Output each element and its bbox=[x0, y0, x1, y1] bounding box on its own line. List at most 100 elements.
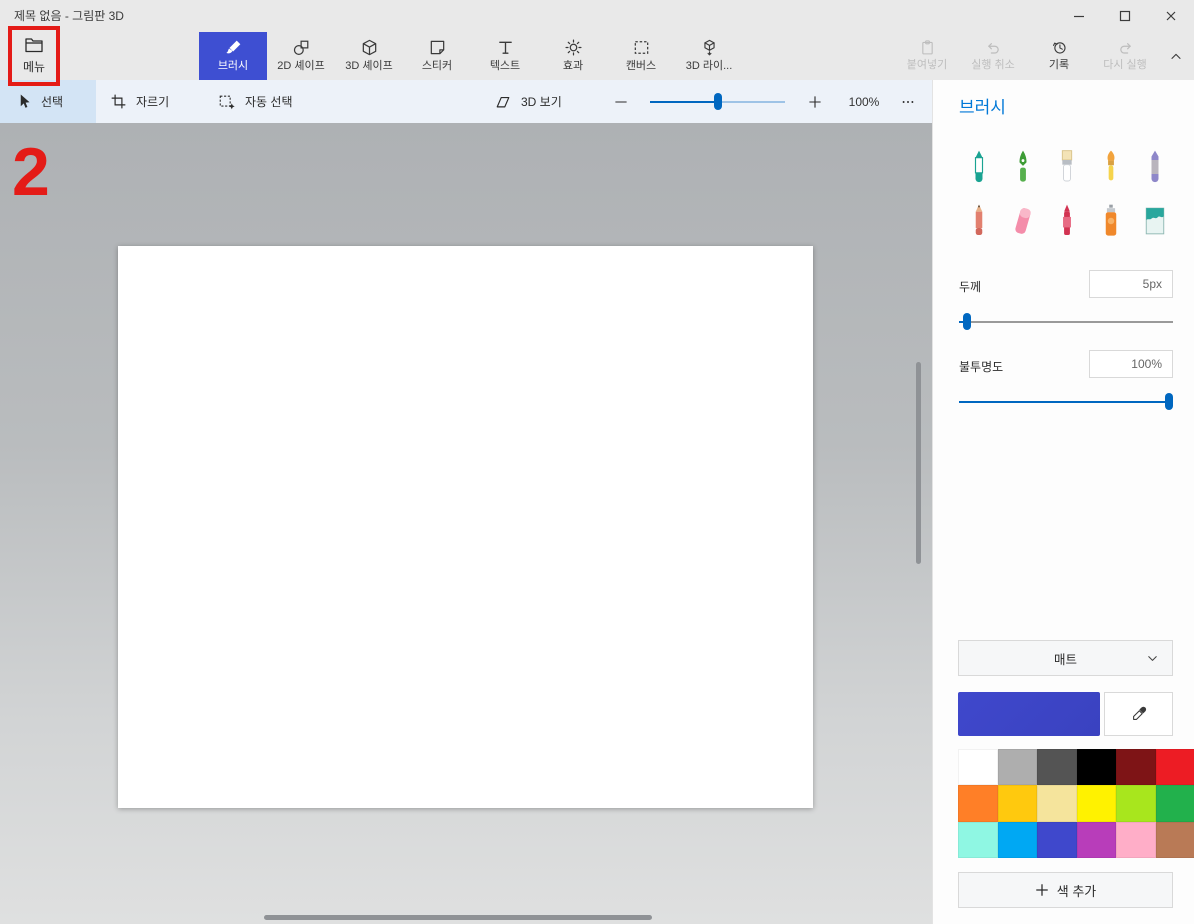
3d-shapes-icon bbox=[362, 39, 376, 56]
select-button[interactable]: 선택 bbox=[17, 80, 63, 123]
zoom-slider-thumb[interactable] bbox=[714, 93, 722, 110]
tab-label: 텍스트 bbox=[489, 60, 521, 72]
add-color-button[interactable]: 색 추가 bbox=[958, 872, 1173, 908]
drawing-canvas[interactable] bbox=[118, 246, 813, 808]
tab-effects[interactable]: 효과 bbox=[539, 32, 607, 80]
spray-can-icon[interactable] bbox=[1089, 194, 1133, 248]
brush-grid bbox=[957, 140, 1177, 248]
color-swatch[interactable] bbox=[1155, 749, 1194, 786]
2d-shapes-icon bbox=[293, 40, 308, 55]
minimize-button[interactable] bbox=[1056, 0, 1102, 32]
color-swatch[interactable] bbox=[997, 785, 1037, 822]
color-swatch[interactable] bbox=[1037, 749, 1077, 786]
sticker-icon bbox=[430, 40, 444, 55]
select-cursor-icon bbox=[20, 94, 30, 108]
tab-label: 캔버스 bbox=[625, 60, 657, 72]
tab-brush[interactable]: 브러시 bbox=[199, 32, 267, 80]
tab-label: 3D 셰이프 bbox=[345, 60, 393, 72]
magic-select-label: 자동 선택 bbox=[245, 95, 293, 109]
crayon-icon[interactable] bbox=[1045, 194, 1089, 248]
crop-button[interactable]: 자르기 bbox=[110, 80, 169, 123]
color-swatch[interactable] bbox=[958, 821, 998, 858]
color-swatch[interactable] bbox=[958, 785, 998, 822]
tab-2d-shapes[interactable]: 2D 셰이프 bbox=[267, 32, 335, 80]
window-title: 제목 없음 - 그림판 3D bbox=[14, 9, 124, 23]
eyedropper-button[interactable] bbox=[1104, 692, 1173, 736]
tab-stickers[interactable]: 스티커 bbox=[403, 32, 471, 80]
folder-icon bbox=[25, 38, 43, 53]
color-swatch[interactable] bbox=[1037, 785, 1077, 822]
paste-clipboard-icon bbox=[921, 40, 933, 55]
color-swatch[interactable] bbox=[1076, 749, 1116, 786]
panel-title: 브러시 bbox=[959, 98, 1006, 117]
thickness-slider-thumb[interactable] bbox=[963, 313, 971, 330]
color-swatch[interactable] bbox=[997, 749, 1037, 786]
undo-button[interactable]: 실행 취소 bbox=[960, 32, 1026, 80]
pixel-pen-icon[interactable] bbox=[1133, 140, 1177, 194]
paint3d-window: 제목 없음 - 그림판 3D 메뉴 브러시 2D 셰이프 3D 셰이프 스티커 … bbox=[0, 0, 1194, 924]
color-swatch[interactable] bbox=[1076, 785, 1116, 822]
close-button[interactable] bbox=[1148, 0, 1194, 32]
pencil-icon[interactable] bbox=[957, 194, 1001, 248]
color-swatch[interactable] bbox=[1076, 821, 1116, 858]
marker-brush-icon[interactable] bbox=[957, 140, 1001, 194]
color-swatch[interactable] bbox=[958, 749, 998, 786]
horizontal-scrollbar[interactable] bbox=[264, 915, 652, 920]
color-swatch[interactable] bbox=[1116, 749, 1156, 786]
zoom-slider-track bbox=[718, 101, 785, 103]
thickness-input[interactable] bbox=[1089, 270, 1173, 298]
opacity-slider-thumb[interactable] bbox=[1165, 393, 1173, 410]
zoom-out-button[interactable] bbox=[605, 80, 637, 123]
effects-sun-icon bbox=[564, 39, 582, 56]
paste-button[interactable]: 붙여넣기 bbox=[894, 32, 960, 80]
magic-select-button[interactable]: 자동 선택 bbox=[218, 80, 293, 123]
tab-3d-library[interactable]: 3D 라이... bbox=[675, 32, 743, 80]
zoom-slider[interactable] bbox=[650, 80, 785, 123]
history-button[interactable]: 기록 bbox=[1026, 32, 1092, 80]
watercolor-brush-icon[interactable] bbox=[1089, 140, 1133, 194]
color-swatch[interactable] bbox=[1116, 785, 1156, 822]
vertical-scrollbar[interactable] bbox=[916, 362, 921, 564]
tab-3d-shapes[interactable]: 3D 셰이프 bbox=[335, 32, 403, 80]
maximize-button[interactable] bbox=[1102, 0, 1148, 32]
opacity-slider[interactable] bbox=[959, 393, 1173, 410]
color-palette bbox=[958, 749, 1194, 858]
material-label: 매트 bbox=[1053, 652, 1077, 667]
tab-label: 효과 bbox=[562, 60, 584, 72]
more-options-button[interactable] bbox=[890, 80, 926, 123]
chevron-down-icon bbox=[1145, 651, 1160, 666]
tab-canvas[interactable]: 캔버스 bbox=[607, 32, 675, 80]
eyedropper-icon bbox=[1132, 706, 1146, 720]
collapse-ribbon-button[interactable] bbox=[1158, 32, 1194, 80]
plus-icon bbox=[1035, 884, 1048, 896]
material-dropdown[interactable]: 매트 bbox=[958, 640, 1173, 676]
workspace bbox=[0, 123, 932, 924]
thickness-label: 두께 bbox=[959, 280, 982, 294]
3d-view-button[interactable]: 3D 보기 bbox=[494, 80, 562, 123]
current-color-swatch[interactable] bbox=[958, 692, 1100, 736]
zoom-in-button[interactable] bbox=[799, 80, 831, 123]
redo-icon bbox=[1119, 43, 1131, 54]
opacity-label: 불투명도 bbox=[959, 360, 1004, 374]
thickness-slider[interactable] bbox=[959, 313, 1173, 330]
brushes-panel: 브러시 두께 5px 불투명도 100% 매트 색 추가 bbox=[932, 80, 1194, 924]
canvas-icon bbox=[634, 41, 648, 54]
opacity-input[interactable] bbox=[1089, 350, 1173, 378]
3d-view-icon bbox=[496, 96, 510, 107]
redo-button[interactable]: 다시 실행 bbox=[1092, 32, 1158, 80]
tab-text[interactable]: 텍스트 bbox=[471, 32, 539, 80]
color-swatch[interactable] bbox=[1037, 821, 1077, 858]
menu-button[interactable]: 메뉴 bbox=[10, 33, 58, 79]
fill-bucket-icon[interactable] bbox=[1133, 194, 1177, 248]
ribbon: 메뉴 브러시 2D 셰이프 3D 셰이프 스티커 텍스트 효과 캔버스 3D 라… bbox=[0, 32, 1194, 80]
calligraphy-pen-icon[interactable] bbox=[1001, 140, 1045, 194]
color-swatch[interactable] bbox=[997, 821, 1037, 858]
crop-icon bbox=[111, 94, 126, 109]
action-label: 붙여넣기 bbox=[906, 59, 948, 71]
oil-brush-icon[interactable] bbox=[1045, 140, 1089, 194]
eraser-icon[interactable] bbox=[1001, 194, 1045, 248]
color-swatch[interactable] bbox=[1116, 821, 1156, 858]
color-swatch[interactable] bbox=[1155, 785, 1194, 822]
undo-icon bbox=[987, 43, 999, 54]
color-swatch[interactable] bbox=[1155, 821, 1194, 858]
